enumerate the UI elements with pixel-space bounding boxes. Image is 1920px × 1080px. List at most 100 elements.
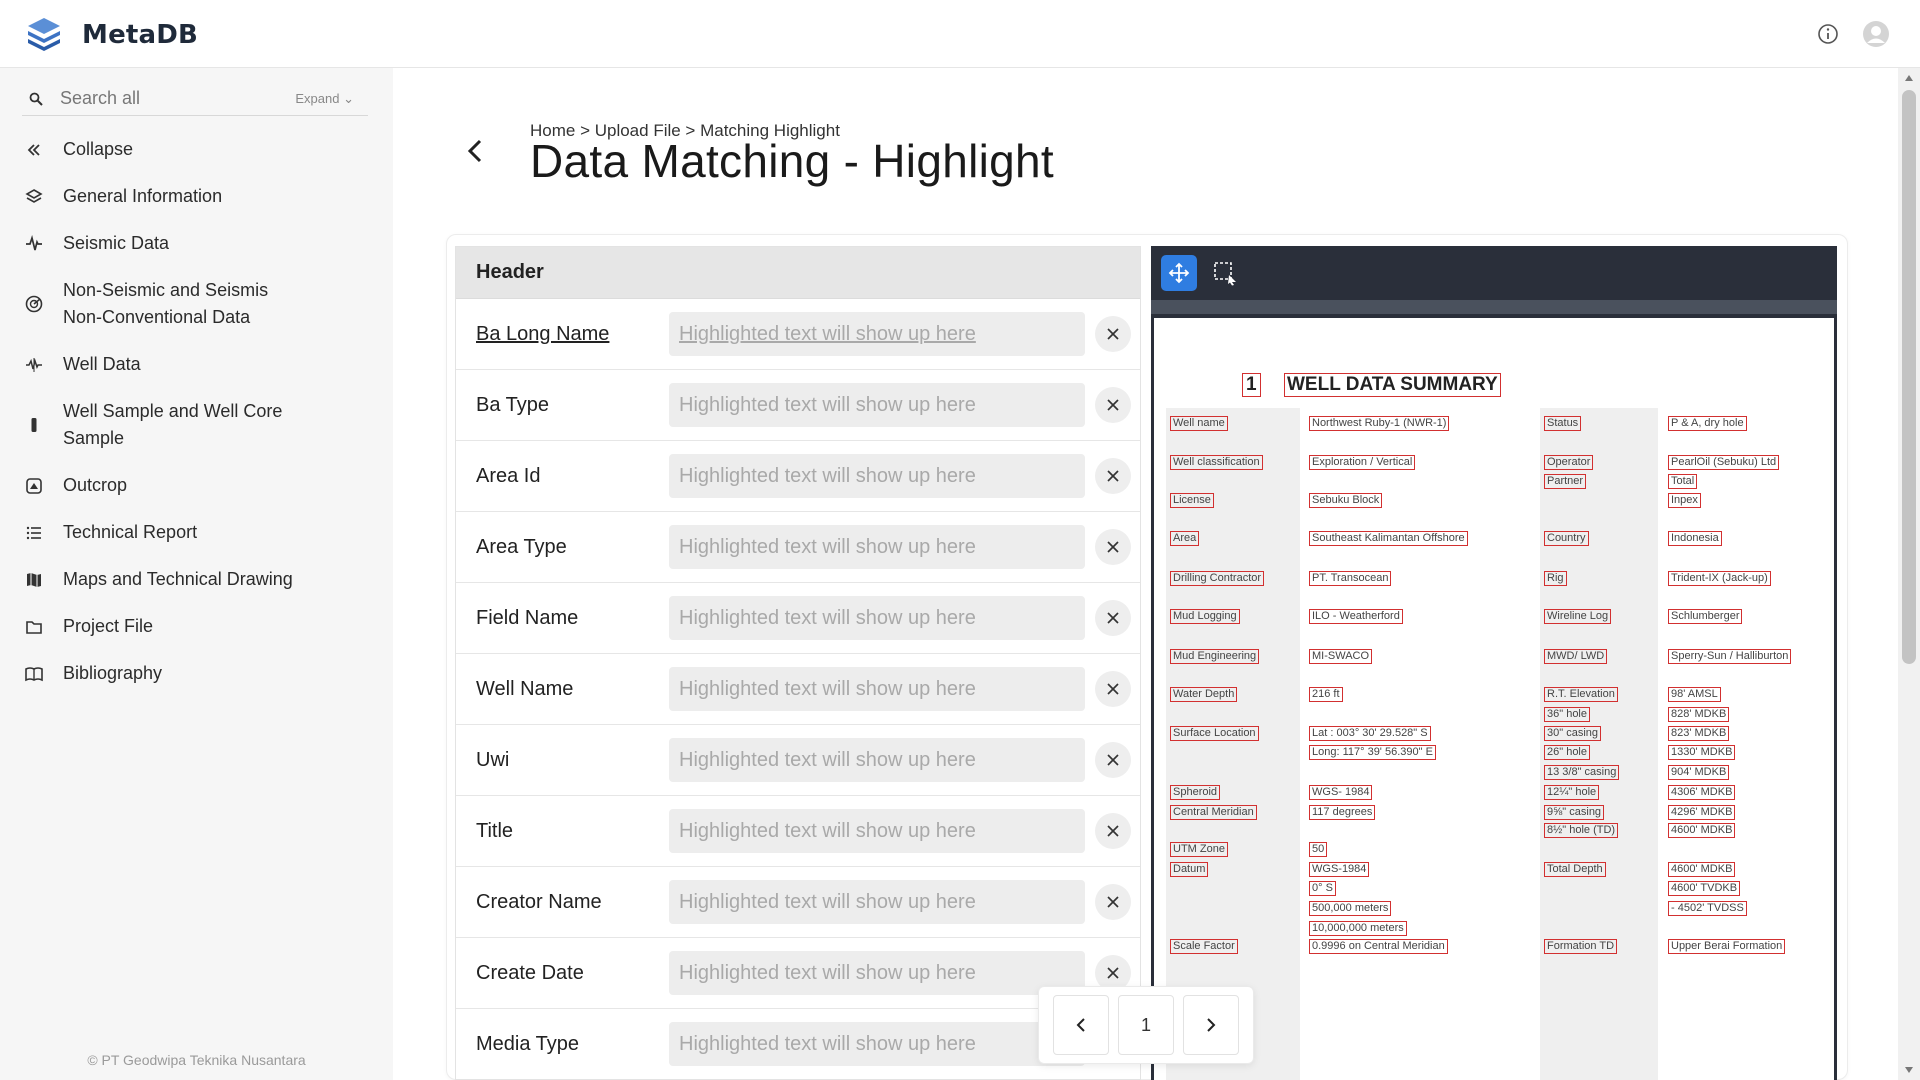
highlight-field[interactable]: Highlighted text will show up here: [669, 809, 1085, 853]
sidebar-item-seismic-data[interactable]: Seismic Data: [0, 220, 393, 267]
doc-highlight-box[interactable]: 4600' TVDKB: [1668, 881, 1741, 896]
doc-highlight-box[interactable]: Sebuku Block: [1309, 493, 1383, 508]
doc-highlight-box[interactable]: 12¼" hole: [1544, 785, 1600, 800]
page-scrollbar[interactable]: [1898, 68, 1920, 1080]
sidebar-item-project-file[interactable]: Project File: [0, 603, 393, 650]
clear-field-button[interactable]: [1095, 316, 1131, 352]
highlight-field[interactable]: Highlighted text will show up here: [669, 525, 1085, 569]
doc-highlight-box[interactable]: MI-SWACO: [1309, 649, 1373, 664]
doc-highlight-box[interactable]: WGS-1984: [1309, 862, 1370, 877]
doc-section-title[interactable]: WELL DATA SUMMARY: [1284, 373, 1501, 397]
doc-highlight-box[interactable]: License: [1170, 493, 1214, 508]
app-brand[interactable]: MetaDB: [82, 20, 198, 50]
sidebar-item-general-information[interactable]: General Information: [0, 173, 393, 220]
sidebar-item-technical-report[interactable]: Technical Report: [0, 509, 393, 556]
doc-highlight-box[interactable]: Well name: [1170, 416, 1228, 431]
highlight-field[interactable]: Highlighted text will show up here: [669, 667, 1085, 711]
prev-page-button[interactable]: [1053, 995, 1110, 1055]
doc-highlight-box[interactable]: 216 ft: [1309, 687, 1343, 702]
clear-field-button[interactable]: [1095, 600, 1131, 636]
clear-field-button[interactable]: [1095, 458, 1131, 494]
doc-highlight-box[interactable]: PearlOil (Sebuku) Ltd: [1668, 455, 1780, 470]
doc-highlight-box[interactable]: 4600' MDKB: [1668, 823, 1736, 838]
doc-highlight-box[interactable]: Scale Factor: [1170, 939, 1238, 954]
sidebar-item-well-sample[interactable]: Well Sample and Well Core Sample: [0, 388, 393, 462]
doc-section-number[interactable]: 1: [1242, 373, 1261, 397]
doc-highlight-box[interactable]: 10,000,000 meters: [1309, 921, 1407, 936]
highlight-field[interactable]: Highlighted text will show up here: [669, 383, 1085, 427]
doc-highlight-box[interactable]: Schlumberger: [1668, 609, 1743, 624]
doc-highlight-box[interactable]: MWD/ LWD: [1544, 649, 1608, 664]
doc-highlight-box[interactable]: 0.9996 on Central Meridian: [1309, 939, 1448, 954]
sidebar-item-outcrop[interactable]: Outcrop: [0, 462, 393, 509]
doc-highlight-box[interactable]: UTM Zone: [1170, 842, 1228, 857]
highlight-field[interactable]: Highlighted text will show up here: [669, 738, 1085, 782]
clear-field-button[interactable]: [1095, 387, 1131, 423]
doc-highlight-box[interactable]: Upper Berai Formation: [1668, 939, 1786, 954]
highlight-field[interactable]: Highlighted text will show up here: [669, 951, 1085, 995]
doc-highlight-box[interactable]: Operator: [1544, 455, 1594, 470]
doc-highlight-box[interactable]: Long: 117° 39' 56.390" E: [1309, 745, 1436, 760]
doc-highlight-box[interactable]: Total: [1668, 474, 1698, 489]
doc-highlight-box[interactable]: Water Depth: [1170, 687, 1238, 702]
doc-highlight-box[interactable]: Inpex: [1668, 493, 1701, 508]
move-tool-button[interactable]: [1161, 255, 1197, 291]
highlight-field[interactable]: Highlighted text will show up here: [669, 596, 1085, 640]
doc-highlight-box[interactable]: WGS- 1984: [1309, 785, 1373, 800]
clear-field-button[interactable]: [1095, 529, 1131, 565]
scroll-thumb[interactable]: [1902, 90, 1916, 664]
doc-highlight-box[interactable]: ILO - Weatherford: [1309, 609, 1403, 624]
doc-highlight-box[interactable]: 26" hole: [1544, 745, 1590, 760]
doc-highlight-box[interactable]: Total Depth: [1544, 862, 1606, 877]
doc-highlight-box[interactable]: 1330' MDKB: [1668, 745, 1736, 760]
document-page[interactable]: 1 WELL DATA SUMMARY Well name Well classi…: [1154, 318, 1834, 1080]
doc-highlight-box[interactable]: Lat : 003° 30' 29.528" S: [1309, 726, 1431, 741]
doc-highlight-box[interactable]: Partner: [1544, 474, 1587, 489]
doc-highlight-box[interactable]: 9⅝" casing: [1544, 805, 1605, 820]
doc-highlight-box[interactable]: Status: [1544, 416, 1582, 431]
doc-highlight-box[interactable]: Country: [1544, 531, 1589, 546]
field-label[interactable]: Ba Long Name: [456, 323, 669, 346]
doc-highlight-box[interactable]: 828' MDKB: [1668, 707, 1730, 722]
highlight-field[interactable]: Highlighted text will show up here: [669, 880, 1085, 924]
doc-highlight-box[interactable]: Rig: [1544, 571, 1567, 586]
info-icon[interactable]: [1814, 20, 1842, 48]
sidebar-item-bibliography[interactable]: Bibliography: [0, 650, 393, 697]
doc-highlight-box[interactable]: 904' MDKB: [1668, 765, 1730, 780]
doc-highlight-box[interactable]: 8½" hole (TD): [1544, 823, 1619, 838]
doc-highlight-box[interactable]: 4306' MDKB: [1668, 785, 1736, 800]
doc-highlight-box[interactable]: Mud Engineering: [1170, 649, 1260, 664]
doc-highlight-box[interactable]: PT. Transocean: [1309, 571, 1392, 586]
clear-field-button[interactable]: [1095, 671, 1131, 707]
doc-highlight-box[interactable]: 30" casing: [1544, 726, 1601, 741]
doc-highlight-box[interactable]: 0° S: [1309, 881, 1336, 896]
doc-highlight-box[interactable]: P & A, dry hole: [1668, 416, 1747, 431]
doc-highlight-box[interactable]: Formation TD: [1544, 939, 1618, 954]
doc-highlight-box[interactable]: Datum: [1170, 862, 1209, 877]
doc-highlight-box[interactable]: Indonesia: [1668, 531, 1722, 546]
doc-highlight-box[interactable]: 50: [1309, 842, 1328, 857]
doc-highlight-box[interactable]: Mud Logging: [1170, 609, 1240, 624]
doc-highlight-box[interactable]: Drilling Contractor: [1170, 571, 1265, 586]
doc-highlight-box[interactable]: R.T. Elevation: [1544, 687, 1618, 702]
sidebar-item-non-seismic[interactable]: Non-Seismic and Seismis Non-Conventional…: [0, 267, 393, 341]
doc-highlight-box[interactable]: 13 3/8" casing: [1544, 765, 1620, 780]
current-page[interactable]: 1: [1117, 995, 1174, 1055]
highlight-field[interactable]: Highlighted text will show up here: [669, 312, 1085, 356]
doc-highlight-box[interactable]: 4600' MDKB: [1668, 862, 1736, 877]
clear-field-button[interactable]: [1095, 813, 1131, 849]
doc-highlight-box[interactable]: 823' MDKB: [1668, 726, 1730, 741]
sidebar-item-maps[interactable]: Maps and Technical Drawing: [0, 556, 393, 603]
select-area-tool-button[interactable]: [1207, 255, 1243, 291]
metadb-logo-icon[interactable]: [24, 14, 64, 54]
back-button[interactable]: [460, 136, 490, 166]
expand-toggle[interactable]: Expand ⌄: [295, 91, 354, 107]
doc-highlight-box[interactable]: 36" hole: [1544, 707, 1590, 722]
doc-highlight-box[interactable]: Trident-IX (Jack-up): [1668, 571, 1771, 586]
doc-highlight-box[interactable]: Well classification: [1170, 455, 1263, 470]
clear-field-button[interactable]: [1095, 742, 1131, 778]
doc-highlight-box[interactable]: 117 degrees: [1309, 805, 1376, 820]
sidebar-item-collapse[interactable]: Collapse: [0, 126, 393, 173]
highlight-field[interactable]: Highlighted text will show up here: [669, 1022, 1085, 1066]
doc-highlight-box[interactable]: 4296' MDKB: [1668, 805, 1736, 820]
